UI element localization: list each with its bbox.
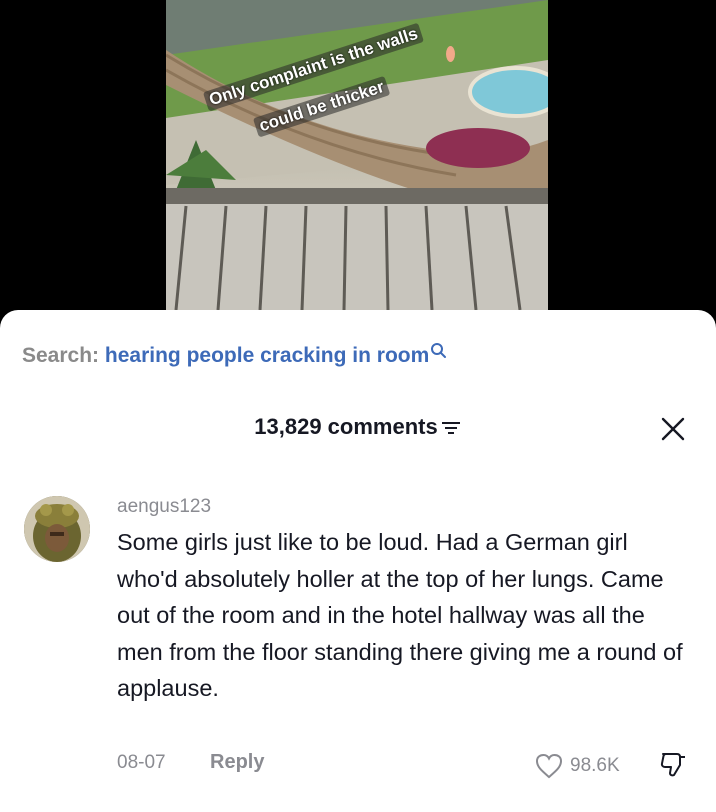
ear-emoji-icon [446,46,455,62]
comments-count: 13,829 comments [254,414,438,439]
search-suggestion[interactable]: Search: hearing people cracking in room [22,343,448,368]
comments-header: 13,829 comments [0,414,716,440]
avatar[interactable] [24,496,90,562]
comment-text: Some girls just like to be loud. Had a G… [117,529,683,702]
comment-username[interactable]: aengus123 [117,496,211,518]
close-icon[interactable] [660,416,686,442]
search-prefix: Search: [22,344,100,367]
video-player[interactable]: Only complaint is the walls could be thi… [0,0,716,330]
thumbs-down-icon[interactable] [658,750,688,778]
comments-sheet: Search: hearing people cracking in room … [0,310,716,812]
comment-date: 08-07 [117,752,166,773]
video-frame: Only complaint is the walls could be thi… [166,0,548,310]
heart-icon [535,753,563,779]
sort-icon[interactable] [440,419,462,437]
search-icon [431,343,447,358]
search-term-link[interactable]: hearing people cracking in room [105,344,429,367]
like-count: 98.6K [570,755,620,776]
avatar-image [24,496,90,562]
reply-button[interactable]: Reply [210,751,264,774]
like-button[interactable]: 98.6K [534,752,620,780]
